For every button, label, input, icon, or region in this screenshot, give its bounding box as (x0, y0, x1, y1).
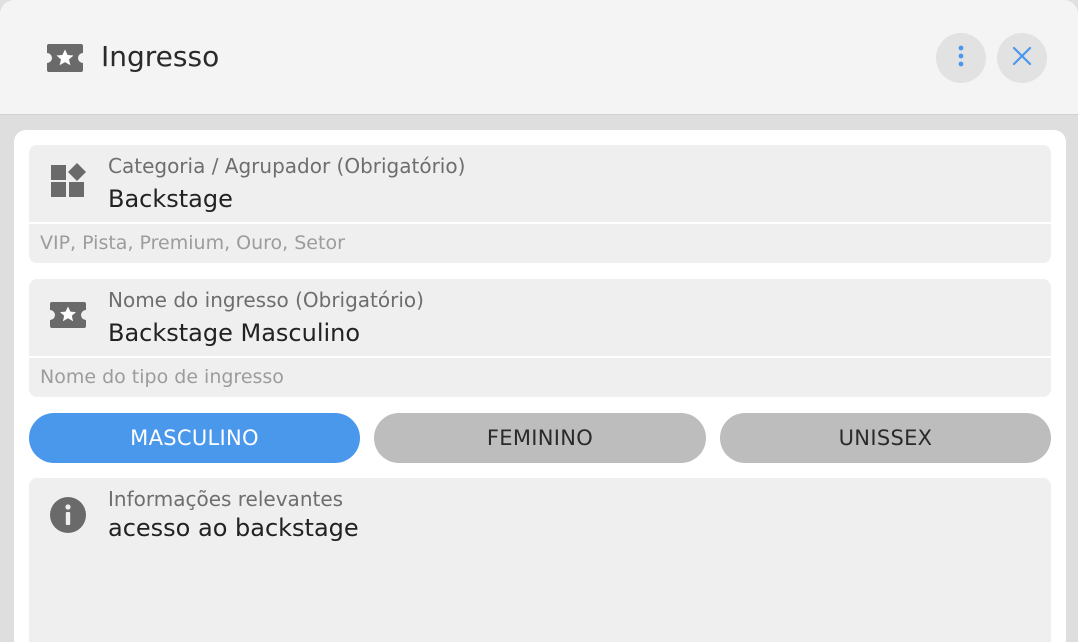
category-value[interactable]: Backstage (108, 185, 233, 213)
dialog-header: Ingresso (0, 0, 1078, 115)
ticket-star-icon (49, 296, 87, 334)
info-value[interactable]: acesso ao backstage (108, 514, 359, 542)
more-vertical-icon (957, 44, 965, 72)
ticket-name-value[interactable]: Backstage Masculino (108, 319, 360, 347)
ticket-dialog: Ingresso Categoria / Agrupador (Obrigató… (0, 0, 1078, 642)
ticket-name-label: Nome do ingresso (Obrigatório) (108, 288, 424, 312)
category-icon (49, 162, 87, 200)
ticket-star-icon (46, 42, 84, 74)
category-hint: VIP, Pista, Premium, Ouro, Setor (40, 232, 345, 254)
more-options-button[interactable] (936, 33, 986, 83)
category-label: Categoria / Agrupador (Obrigatório) (108, 154, 466, 178)
close-icon (1012, 46, 1032, 70)
info-label: Informações relevantes (108, 487, 344, 511)
info-field[interactable]: Informações relevantes acesso ao backsta… (29, 478, 1051, 642)
close-button[interactable] (997, 33, 1047, 83)
gender-option-masculino[interactable]: MASCULINO (29, 413, 360, 463)
ticket-name-field[interactable]: Nome do ingresso (Obrigatório) Backstage… (29, 279, 1051, 397)
category-input[interactable]: Categoria / Agrupador (Obrigatório) Back… (29, 145, 1051, 224)
gender-option-unissex[interactable]: UNISSEX (720, 413, 1051, 463)
ticket-name-hint: Nome do tipo de ingresso (40, 366, 284, 388)
info-icon (49, 496, 87, 534)
category-field[interactable]: Categoria / Agrupador (Obrigatório) Back… (29, 145, 1051, 263)
dialog-title: Ingresso (101, 40, 220, 73)
ticket-name-input[interactable]: Nome do ingresso (Obrigatório) Backstage… (29, 279, 1051, 358)
gender-option-feminino[interactable]: FEMININO (374, 413, 706, 463)
